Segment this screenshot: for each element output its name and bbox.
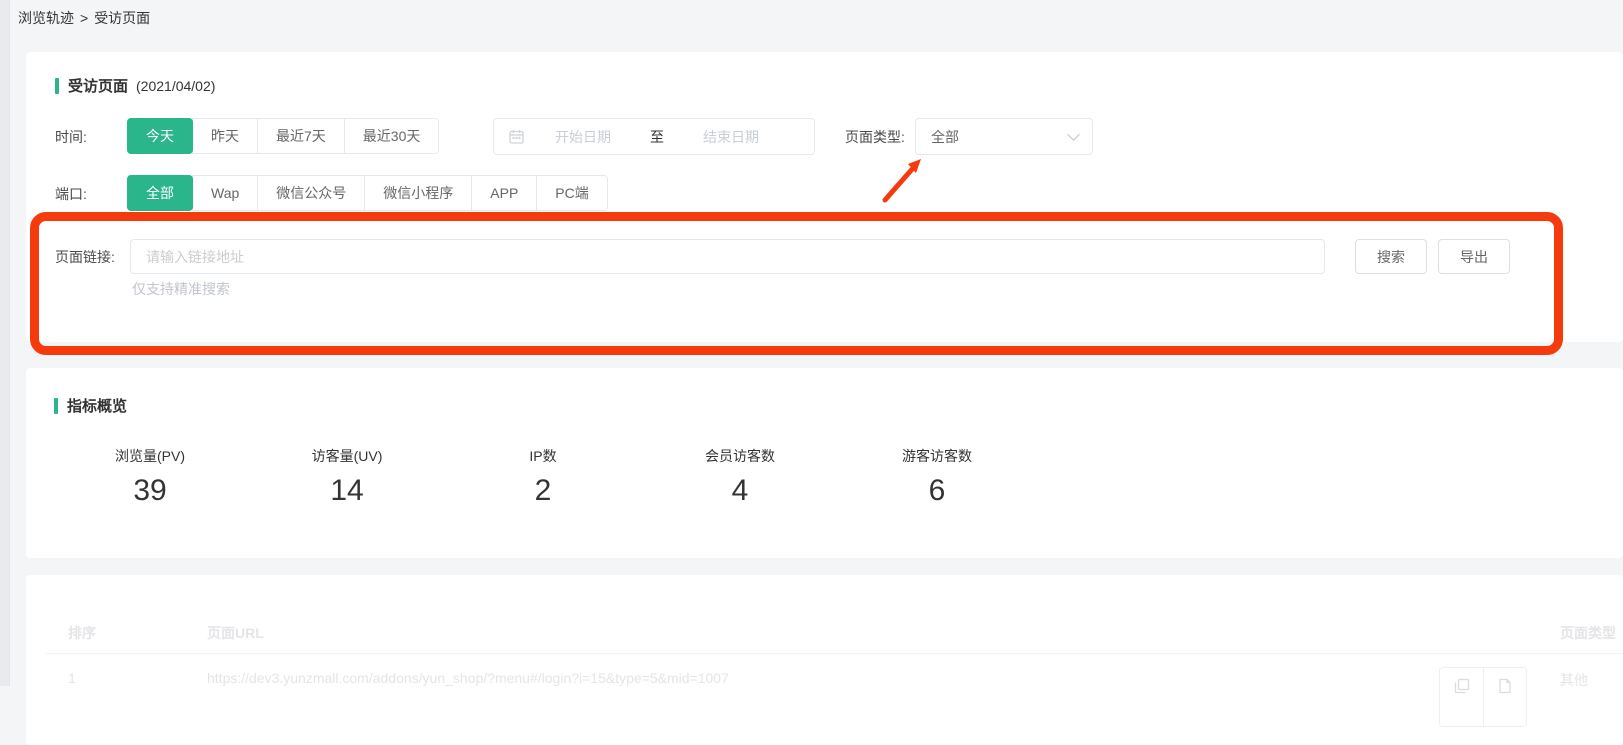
stat-ip-value: 2 <box>463 474 623 508</box>
row-type-cell: 其他 <box>1560 670 1588 690</box>
port-option-app[interactable]: APP <box>471 175 537 211</box>
row-url-cell: https://dev3.yunzmall.com/addons/yun_sho… <box>207 670 729 686</box>
title-accent-bar <box>54 398 58 414</box>
stat-guest-visitors-value: 6 <box>857 474 1017 508</box>
breadcrumb: 浏览轨迹 > 受访页面 <box>18 8 150 28</box>
title-date-note: (2021/04/02) <box>136 78 215 94</box>
stat-ip: IP数 2 <box>463 446 623 508</box>
column-header-rank: 排序 <box>68 623 96 643</box>
port-option-pc[interactable]: PC端 <box>536 175 607 211</box>
search-hint-text: 仅支持精准搜索 <box>132 279 230 299</box>
filter-card: 受访页面 (2021/04/02) 时间: 今天 昨天 最近7天 最近30天 开… <box>26 52 1623 342</box>
stat-pv: 浏览量(PV) 39 <box>70 446 230 508</box>
title-accent-bar <box>55 78 59 94</box>
port-filter-label: 端口: <box>55 184 87 204</box>
end-date-placeholder[interactable]: 结束日期 <box>672 127 790 147</box>
page-type-select[interactable]: 全部 <box>915 118 1093 155</box>
date-range-separator: 至 <box>642 127 672 147</box>
metrics-card-title: 指标概览 <box>54 395 127 416</box>
port-filter-group: 全部 Wap 微信公众号 微信小程序 APP PC端 <box>127 175 608 211</box>
filter-card-title: 受访页面 (2021/04/02) <box>55 75 215 96</box>
column-header-type: 页面类型 <box>1560 623 1616 643</box>
time-option-yesterday[interactable]: 昨天 <box>192 118 258 154</box>
collapsed-sidebar-edge <box>0 0 10 686</box>
time-option-today[interactable]: 今天 <box>127 118 193 154</box>
stat-pv-label: 浏览量(PV) <box>70 446 230 466</box>
stat-guest-visitors: 游客访客数 6 <box>857 446 1017 508</box>
port-option-wechat-official[interactable]: 微信公众号 <box>257 175 365 211</box>
page-link-input[interactable] <box>130 239 1325 274</box>
copy-icon[interactable] <box>1440 668 1483 727</box>
stat-pv-value: 39 <box>70 474 230 508</box>
breadcrumb-section[interactable]: 浏览轨迹 <box>18 10 74 26</box>
port-option-wechat-miniprogram[interactable]: 微信小程序 <box>364 175 472 211</box>
stat-member-visitors-label: 会员访客数 <box>660 446 820 466</box>
time-option-last7days[interactable]: 最近7天 <box>257 118 345 154</box>
stat-member-visitors-value: 4 <box>660 474 820 508</box>
stat-uv: 访客量(UV) 14 <box>267 446 427 508</box>
row-action-group <box>1439 667 1527 727</box>
table-header-divider <box>46 653 1623 654</box>
start-date-placeholder[interactable]: 开始日期 <box>524 127 642 147</box>
document-icon[interactable] <box>1483 668 1526 727</box>
row-rank-cell: 1 <box>68 670 76 686</box>
chevron-down-icon <box>1067 128 1080 141</box>
time-filter-group: 今天 昨天 最近7天 最近30天 <box>127 118 439 154</box>
export-button[interactable]: 导出 <box>1438 239 1510 274</box>
pages-table-card: 排序 页面URL 页面类型 1 https://dev3.yunzmall.co… <box>26 575 1623 745</box>
stat-uv-value: 14 <box>267 474 427 508</box>
page-link-label: 页面链接: <box>55 247 115 267</box>
stat-guest-visitors-label: 游客访客数 <box>857 446 1017 466</box>
breadcrumb-separator: > <box>80 10 88 26</box>
column-header-url: 页面URL <box>207 623 264 643</box>
time-option-last30days[interactable]: 最近30天 <box>344 118 440 154</box>
port-option-wap[interactable]: Wap <box>192 175 258 211</box>
page-type-label: 页面类型: <box>845 127 905 147</box>
stat-member-visitors: 会员访客数 4 <box>660 446 820 508</box>
calendar-icon <box>509 129 524 144</box>
port-option-all[interactable]: 全部 <box>127 175 193 211</box>
breadcrumb-current: 受访页面 <box>94 10 150 26</box>
time-filter-label: 时间: <box>55 127 87 147</box>
stat-ip-label: IP数 <box>463 446 623 466</box>
date-range-picker[interactable]: 开始日期 至 结束日期 <box>493 118 815 155</box>
page-title: 受访页面 <box>68 75 128 96</box>
stat-uv-label: 访客量(UV) <box>267 446 427 466</box>
metrics-card: 指标概览 浏览量(PV) 39 访客量(UV) 14 IP数 2 会员访客数 4… <box>26 368 1623 558</box>
page-type-selected-value: 全部 <box>931 127 1069 147</box>
search-button[interactable]: 搜索 <box>1355 239 1427 274</box>
metrics-title: 指标概览 <box>67 395 127 416</box>
